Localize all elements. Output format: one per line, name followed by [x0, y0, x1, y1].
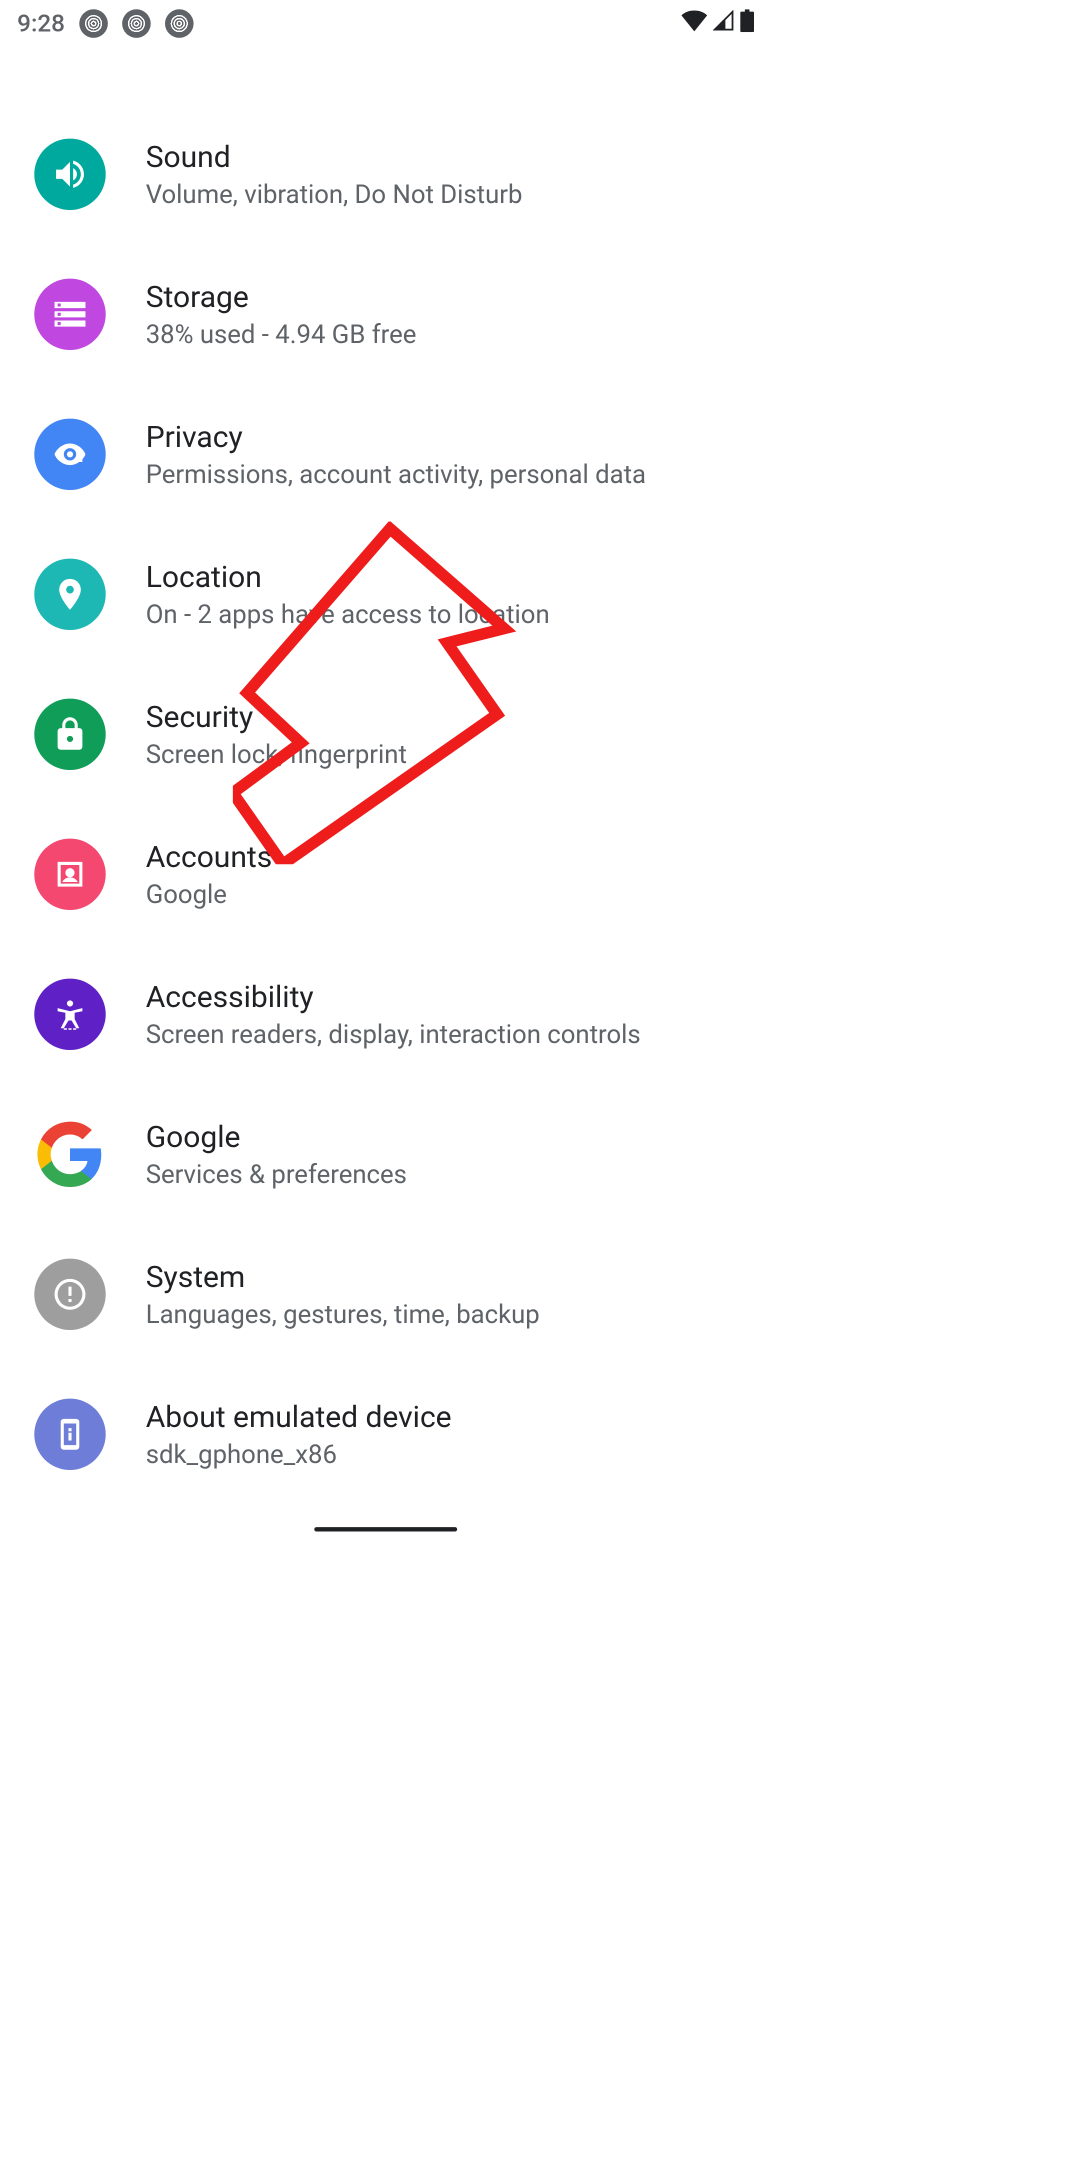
item-subtitle: Volume, vibration, Do Not Disturb — [146, 179, 523, 209]
storage-icon — [34, 279, 105, 350]
system-icon — [34, 1259, 105, 1330]
spotify-icon — [122, 9, 151, 38]
settings-item-system[interactable]: System Languages, gestures, time, backup — [0, 1224, 771, 1364]
item-title: Location — [146, 560, 550, 595]
spotify-icon — [165, 9, 194, 38]
settings-item-accessibility[interactable]: Accessibility Screen readers, display, i… — [0, 944, 771, 1084]
settings-item-security[interactable]: Security Screen lock, fingerprint — [0, 664, 771, 804]
security-icon — [34, 699, 105, 770]
sound-icon — [34, 139, 105, 210]
item-text: Location On - 2 apps have access to loca… — [146, 560, 550, 629]
item-subtitle: Google — [146, 879, 272, 909]
settings-item-location[interactable]: Location On - 2 apps have access to loca… — [0, 524, 771, 664]
location-icon — [34, 559, 105, 630]
google-icon — [34, 1119, 105, 1190]
settings-item-google[interactable]: Google Services & preferences — [0, 1084, 771, 1224]
status-time: 9:28 — [17, 9, 65, 38]
settings-item-accounts[interactable]: Accounts Google — [0, 804, 771, 944]
item-title: Accounts — [146, 840, 272, 875]
item-subtitle: Languages, gestures, time, backup — [146, 1299, 540, 1329]
settings-item-about[interactable]: About emulated device sdk_gphone_x86 — [0, 1364, 771, 1504]
item-text: Privacy Permissions, account activity, p… — [146, 420, 646, 489]
status-left: 9:28 — [17, 9, 193, 38]
spotify-icon — [79, 9, 108, 38]
item-subtitle: Screen readers, display, interaction con… — [146, 1019, 641, 1049]
item-title: Accessibility — [146, 980, 641, 1015]
accessibility-icon — [34, 979, 105, 1050]
item-title: About emulated device — [146, 1400, 452, 1435]
status-right — [681, 9, 754, 38]
item-subtitle: sdk_gphone_x86 — [146, 1439, 452, 1469]
item-text: Accounts Google — [146, 840, 272, 909]
item-title: System — [146, 1260, 540, 1295]
item-title: Storage — [146, 280, 417, 315]
wifi-icon — [681, 9, 707, 38]
item-subtitle: 38% used - 4.94 GB free — [146, 319, 417, 349]
item-text: System Languages, gestures, time, backup — [146, 1260, 540, 1329]
item-text: Google Services & preferences — [146, 1120, 407, 1189]
item-subtitle: On - 2 apps have access to location — [146, 599, 550, 629]
settings-item-privacy[interactable]: Privacy Permissions, account activity, p… — [0, 384, 771, 524]
item-title: Security — [146, 700, 407, 735]
settings-item-sound[interactable]: Sound Volume, vibration, Do Not Disturb — [0, 104, 771, 244]
item-text: Security Screen lock, fingerprint — [146, 700, 407, 769]
cellular-icon — [713, 9, 734, 38]
item-text: Storage 38% used - 4.94 GB free — [146, 280, 417, 349]
settings-item-storage[interactable]: Storage 38% used - 4.94 GB free — [0, 244, 771, 384]
privacy-icon — [34, 419, 105, 490]
about-icon — [34, 1399, 105, 1470]
item-subtitle: Screen lock, fingerprint — [146, 739, 407, 769]
item-title: Sound — [146, 140, 523, 175]
nav-handle[interactable] — [314, 1527, 457, 1531]
accounts-icon — [34, 839, 105, 910]
item-subtitle: Permissions, account activity, personal … — [146, 459, 646, 489]
battery-icon — [740, 9, 754, 38]
status-bar: 9:28 — [0, 0, 771, 47]
item-text: About emulated device sdk_gphone_x86 — [146, 1400, 452, 1469]
item-title: Privacy — [146, 420, 646, 455]
item-text: Accessibility Screen readers, display, i… — [146, 980, 641, 1049]
item-title: Google — [146, 1120, 407, 1155]
settings-list: Sound Volume, vibration, Do Not Disturb … — [0, 47, 771, 1504]
item-subtitle: Services & preferences — [146, 1159, 407, 1189]
item-text: Sound Volume, vibration, Do Not Disturb — [146, 140, 523, 209]
